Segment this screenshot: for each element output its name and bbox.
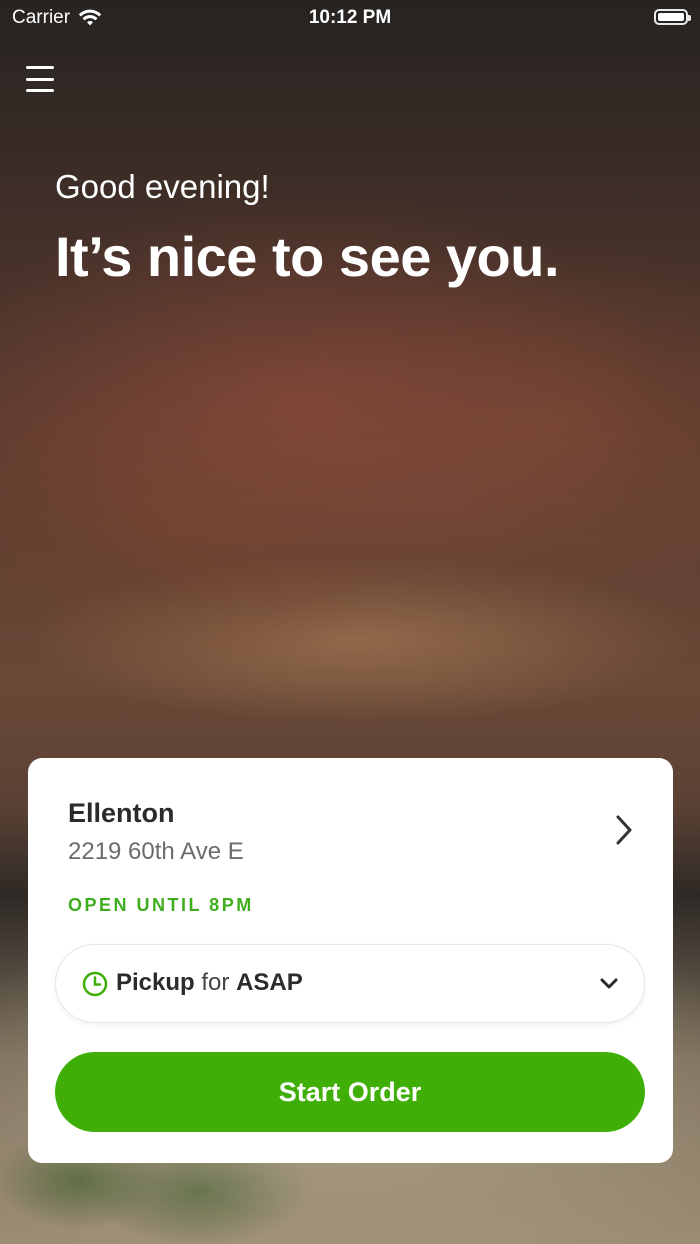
- start-order-button[interactable]: Start Order: [55, 1052, 645, 1132]
- store-address[interactable]: 2219 60th Ave E: [68, 838, 244, 866]
- status-bar: Carrier 10:12 PM: [0, 0, 700, 36]
- menu-line: [26, 77, 54, 81]
- menu-line: [26, 66, 54, 69]
- status-time: 10:12 PM: [308, 7, 392, 28]
- menu-line: [26, 89, 54, 92]
- store-name[interactable]: Ellenton: [68, 798, 175, 829]
- pickup-time-select[interactable]: Pickup for ASAP: [55, 944, 645, 1023]
- store-card: Ellenton 2219 60th Ave E OPEN UNTIL 8PM …: [28, 758, 673, 1163]
- hamburger-menu-icon[interactable]: [26, 64, 56, 94]
- pickup-mode: Pickup: [116, 969, 195, 996]
- clock-icon: [82, 971, 108, 997]
- store-hours: OPEN UNTIL 8PM: [68, 895, 254, 915]
- pickup-connector: for: [201, 969, 230, 996]
- battery-level: [658, 13, 684, 21]
- chevron-right-icon[interactable]: [611, 812, 637, 848]
- chevron-down-icon: [600, 978, 618, 989]
- pickup-text: Pickup for ASAP: [116, 969, 303, 997]
- greeting-subtitle: Good evening!: [55, 168, 270, 205]
- greeting-headline: It’s nice to see you.: [55, 225, 560, 288]
- battery-icon: [654, 9, 691, 25]
- pickup-time: ASAP: [236, 969, 303, 996]
- status-right: [654, 9, 691, 25]
